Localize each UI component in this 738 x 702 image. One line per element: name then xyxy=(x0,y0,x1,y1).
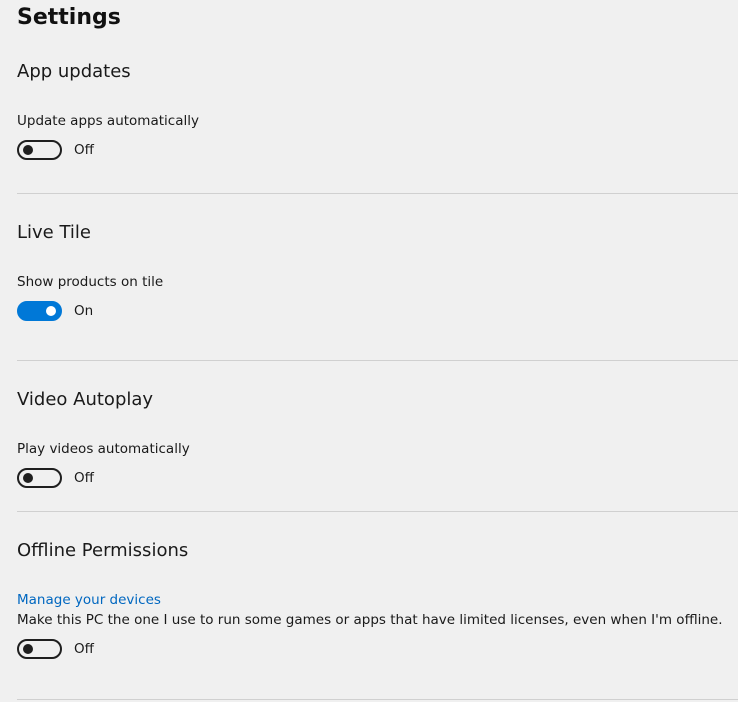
section-divider xyxy=(17,360,738,361)
section-title-video-autoplay: Video Autoplay xyxy=(17,389,154,410)
play-videos-toggle[interactable] xyxy=(17,468,62,488)
manage-devices-link[interactable]: Manage your devices xyxy=(17,590,161,610)
section-title-app-updates: App updates xyxy=(17,61,131,82)
section-divider xyxy=(17,699,738,700)
toggle-knob xyxy=(23,145,33,155)
show-products-toggle-state: On xyxy=(74,303,94,319)
show-products-toggle[interactable] xyxy=(17,301,62,321)
section-title-live-tile: Live Tile xyxy=(17,222,91,243)
offline-permissions-toggle-state: Off xyxy=(74,641,94,657)
update-apps-label: Update apps automatically xyxy=(17,113,199,129)
toggle-knob xyxy=(46,306,56,316)
show-products-label: Show products on tile xyxy=(17,274,164,290)
update-apps-toggle[interactable] xyxy=(17,140,62,160)
update-apps-toggle-state: Off xyxy=(74,142,94,158)
section-divider xyxy=(17,511,738,512)
offline-permissions-label: Make this PC the one I use to run some g… xyxy=(17,612,723,628)
play-videos-toggle-state: Off xyxy=(74,470,94,486)
page-title: Settings xyxy=(17,5,121,30)
toggle-knob xyxy=(23,473,33,483)
offline-permissions-toggle[interactable] xyxy=(17,639,62,659)
toggle-knob xyxy=(23,644,33,654)
section-title-offline-permissions: Offline Permissions xyxy=(17,540,189,561)
play-videos-label: Play videos automatically xyxy=(17,441,190,457)
settings-page: Settings App updates Update apps automat… xyxy=(0,0,738,702)
section-divider xyxy=(17,193,738,194)
